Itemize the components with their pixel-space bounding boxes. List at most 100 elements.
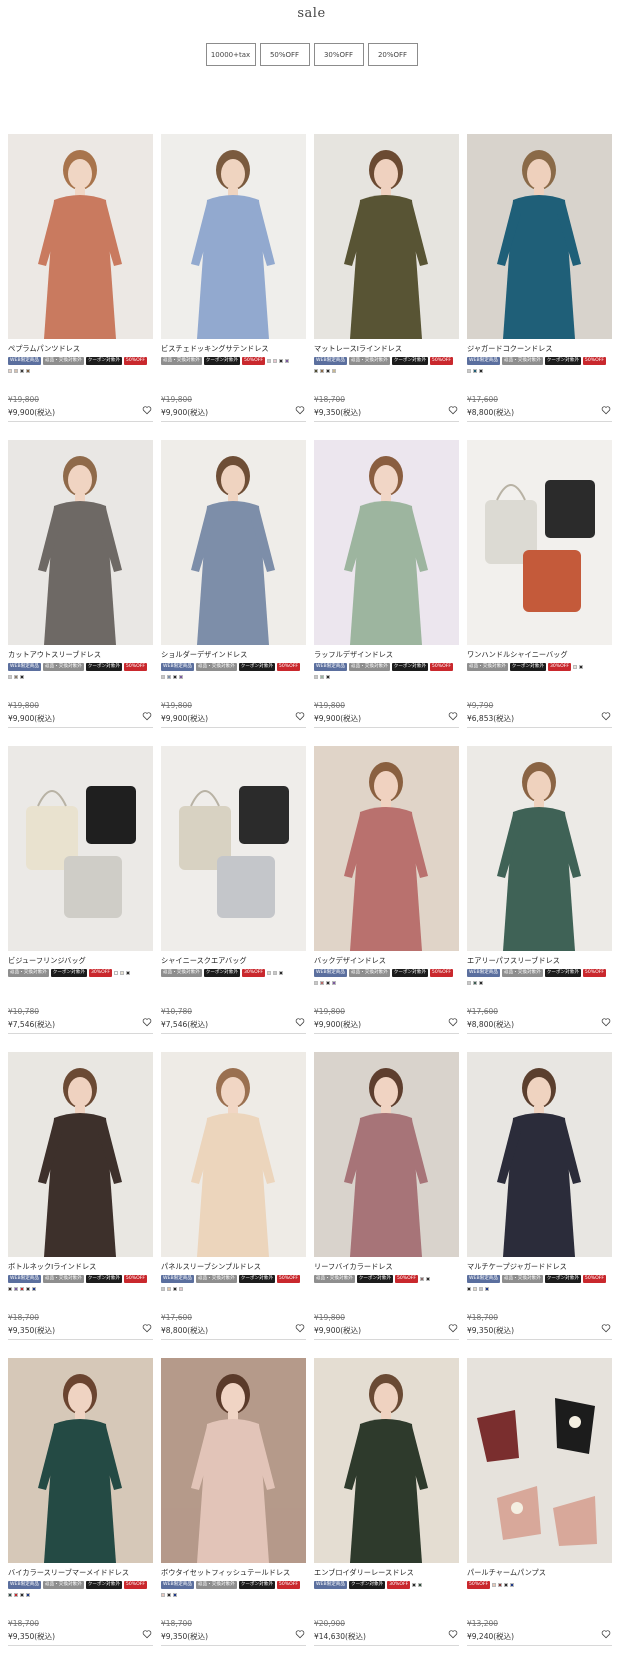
product-badge: 30%OFF	[547, 663, 572, 671]
product-name[interactable]: ワンハンドルシャイニーバッグ	[467, 650, 612, 660]
card-divider	[161, 1339, 306, 1340]
filter-10000-tax-button[interactable]: 10000+tax	[205, 43, 256, 66]
product-card[interactable]: パネルスリーブシンプルドレス WEB限定商品 返品・交換対象外 クーポン対象外 50%O…	[161, 1052, 306, 1342]
product-card[interactable]: マルチケープジャガードドレス WEB限定商品 返品・交換対象外 クーポン対象外 50%O…	[467, 1052, 612, 1342]
product-name[interactable]: カットアウトスリーブドレス	[8, 650, 153, 660]
product-card[interactable]: ビジューフリンジバッグ 返品・交換対象外 クーポン対象外 30%OFF ¥10,780 ¥…	[8, 746, 153, 1036]
product-card[interactable]: リーフバイカラードレス 返品・交換対象外 クーポン対象外 50%OFF ¥19,800 ¥…	[314, 1052, 459, 1342]
product-card[interactable]: バイカラースリーブマーメイドドレス WEB限定商品 返品・交換対象外 クーポン対象外 5…	[8, 1358, 153, 1648]
color-swatch	[20, 1593, 24, 1597]
heart-icon[interactable]	[142, 1017, 152, 1027]
heart-icon[interactable]	[601, 711, 611, 721]
product-image[interactable]	[8, 1358, 153, 1563]
product-tags: WEB限定商品 返品・交換対象外 クーポン対象外 50%OFF	[161, 1581, 306, 1603]
heart-icon[interactable]	[601, 1629, 611, 1639]
color-swatch	[479, 981, 483, 985]
color-swatch	[273, 971, 278, 975]
product-image[interactable]	[314, 134, 459, 339]
heart-icon[interactable]	[448, 1323, 458, 1333]
product-image[interactable]	[161, 134, 306, 339]
color-swatch	[510, 1583, 515, 1587]
product-card[interactable]: バックデザインドレス WEB限定商品 返品・交換対象外 クーポン対象外 50%OFF ¥1…	[314, 746, 459, 1036]
filter-20-off-button[interactable]: 20%OFF	[367, 43, 418, 66]
product-image[interactable]	[8, 440, 153, 645]
product-card[interactable]: ショルダーデザインドレス WEB限定商品 返品・交換対象外 クーポン対象外 50%OFF…	[161, 440, 306, 730]
product-card[interactable]: シャイニースクエアバッグ 返品・交換対象外 クーポン対象外 30%OFF ¥10,780…	[161, 746, 306, 1036]
heart-icon[interactable]	[448, 711, 458, 721]
product-image[interactable]	[8, 134, 153, 339]
product-name[interactable]: パールチャームパンプス	[467, 1568, 612, 1578]
product-card[interactable]: エアリーパフスリーブドレス WEB限定商品 返品・交換対象外 クーポン対象外 50%OF…	[467, 746, 612, 1036]
heart-icon[interactable]	[295, 711, 305, 721]
color-swatch	[8, 1287, 12, 1291]
product-image[interactable]	[8, 1052, 153, 1257]
product-card[interactable]: ペプラムパンツドレス WEB限定商品 返品・交換対象外 クーポン対象外 50%OFF ¥1…	[8, 134, 153, 424]
product-image[interactable]	[314, 1052, 459, 1257]
filter-30-off-button[interactable]: 30%OFF	[313, 43, 364, 66]
product-card[interactable]: パールチャームパンプス 50%OFF ¥13,200 ¥9,240(税込)	[467, 1358, 612, 1648]
product-card[interactable]: ワンハンドルシャイニーバッグ 返品・交換対象外 クーポン対象外 30%OFF ¥9,79…	[467, 440, 612, 730]
filter-50-off-button[interactable]: 50%OFF	[259, 43, 310, 66]
product-image[interactable]	[467, 1358, 612, 1563]
product-name[interactable]: ジャガードコクーンドレス	[467, 344, 612, 354]
product-name[interactable]: マットレースIラインドレス	[314, 344, 459, 354]
product-card[interactable]: ジャガードコクーンドレス WEB限定商品 返品・交換対象外 クーポン対象外 50%OFF…	[467, 134, 612, 424]
product-card[interactable]: ボウタイセットフィッシュテールドレス WEB限定商品 返品・交換対象外 クーポン対象外…	[161, 1358, 306, 1648]
heart-icon[interactable]	[601, 1017, 611, 1027]
product-image[interactable]	[314, 440, 459, 645]
heart-icon[interactable]	[295, 405, 305, 415]
heart-icon[interactable]	[295, 1629, 305, 1639]
product-name[interactable]: バイカラースリーブマーメイドドレス	[8, 1568, 153, 1578]
product-image[interactable]	[467, 746, 612, 951]
product-image[interactable]	[314, 746, 459, 951]
product-name[interactable]: エンブロイダリーレースドレス	[314, 1568, 459, 1578]
product-name[interactable]: マルチケープジャガードドレス	[467, 1262, 612, 1272]
product-name[interactable]: ラッフルデザインドレス	[314, 650, 459, 660]
heart-icon[interactable]	[142, 405, 152, 415]
heart-icon[interactable]	[142, 1323, 152, 1333]
product-name[interactable]: エアリーパフスリーブドレス	[467, 956, 612, 966]
product-card[interactable]: カットアウトスリーブドレス WEB限定商品 返品・交換対象外 クーポン対象外 50%OF…	[8, 440, 153, 730]
product-card[interactable]: ラッフルデザインドレス WEB限定商品 返品・交換対象外 クーポン対象外 50%OFF ¥…	[314, 440, 459, 730]
product-name[interactable]: パネルスリーブシンプルドレス	[161, 1262, 306, 1272]
heart-icon[interactable]	[601, 1323, 611, 1333]
product-image[interactable]	[467, 440, 612, 645]
heart-icon[interactable]	[448, 1017, 458, 1027]
product-image[interactable]	[8, 746, 153, 951]
heart-icon[interactable]	[448, 1629, 458, 1639]
product-name[interactable]: ショルダーデザインドレス	[161, 650, 306, 660]
product-card[interactable]: ビスチェドッキングサテンドレス 返品・交換対象外 クーポン対象外 50%OFF ¥19,…	[161, 134, 306, 424]
heart-icon[interactable]	[601, 405, 611, 415]
product-tags: WEB限定商品 返品・交換対象外 クーポン対象外 50%OFF	[314, 357, 459, 379]
heart-icon[interactable]	[448, 405, 458, 415]
product-image[interactable]	[467, 1052, 612, 1257]
product-name[interactable]: ペプラムパンツドレス	[8, 344, 153, 354]
product-tags: WEB限定商品 返品・交換対象外 クーポン対象外 50%OFF	[8, 663, 153, 685]
product-card[interactable]: エンブロイダリーレースドレス WEB限定商品 クーポン対象外 30%OFF ¥20,90…	[314, 1358, 459, 1648]
heart-icon[interactable]	[295, 1017, 305, 1027]
sale-price: ¥14,630(税込)	[314, 1632, 366, 1641]
product-image[interactable]	[161, 1358, 306, 1563]
product-image[interactable]	[161, 1052, 306, 1257]
product-name[interactable]: ボトルネックIラインドレス	[8, 1262, 153, 1272]
product-card[interactable]: マットレースIラインドレス WEB限定商品 返品・交換対象外 クーポン対象外 50%OF…	[314, 134, 459, 424]
product-badge: クーポン対象外	[238, 1275, 275, 1283]
product-name[interactable]: バックデザインドレス	[314, 956, 459, 966]
product-name[interactable]: ボウタイセットフィッシュテールドレス	[161, 1568, 306, 1578]
product-name[interactable]: ビジューフリンジバッグ	[8, 956, 153, 966]
color-swatch	[14, 1287, 18, 1291]
product-image[interactable]	[467, 134, 612, 339]
product-image[interactable]	[161, 746, 306, 951]
heart-icon[interactable]	[295, 1323, 305, 1333]
product-card[interactable]: ボトルネックIラインドレス WEB限定商品 返品・交換対象外 クーポン対象外 50%OF…	[8, 1052, 153, 1342]
heart-icon[interactable]	[142, 1629, 152, 1639]
heart-icon[interactable]	[142, 711, 152, 721]
sale-price: ¥9,900(税込)	[314, 1326, 362, 1335]
color-swatch	[179, 675, 183, 679]
product-image[interactable]	[314, 1358, 459, 1563]
product-name[interactable]: シャイニースクエアバッグ	[161, 956, 306, 966]
product-name[interactable]: リーフバイカラードレス	[314, 1262, 459, 1272]
product-image[interactable]	[161, 440, 306, 645]
product-name[interactable]: ビスチェドッキングサテンドレス	[161, 344, 306, 354]
product-badge: 50%OFF	[123, 1581, 148, 1589]
